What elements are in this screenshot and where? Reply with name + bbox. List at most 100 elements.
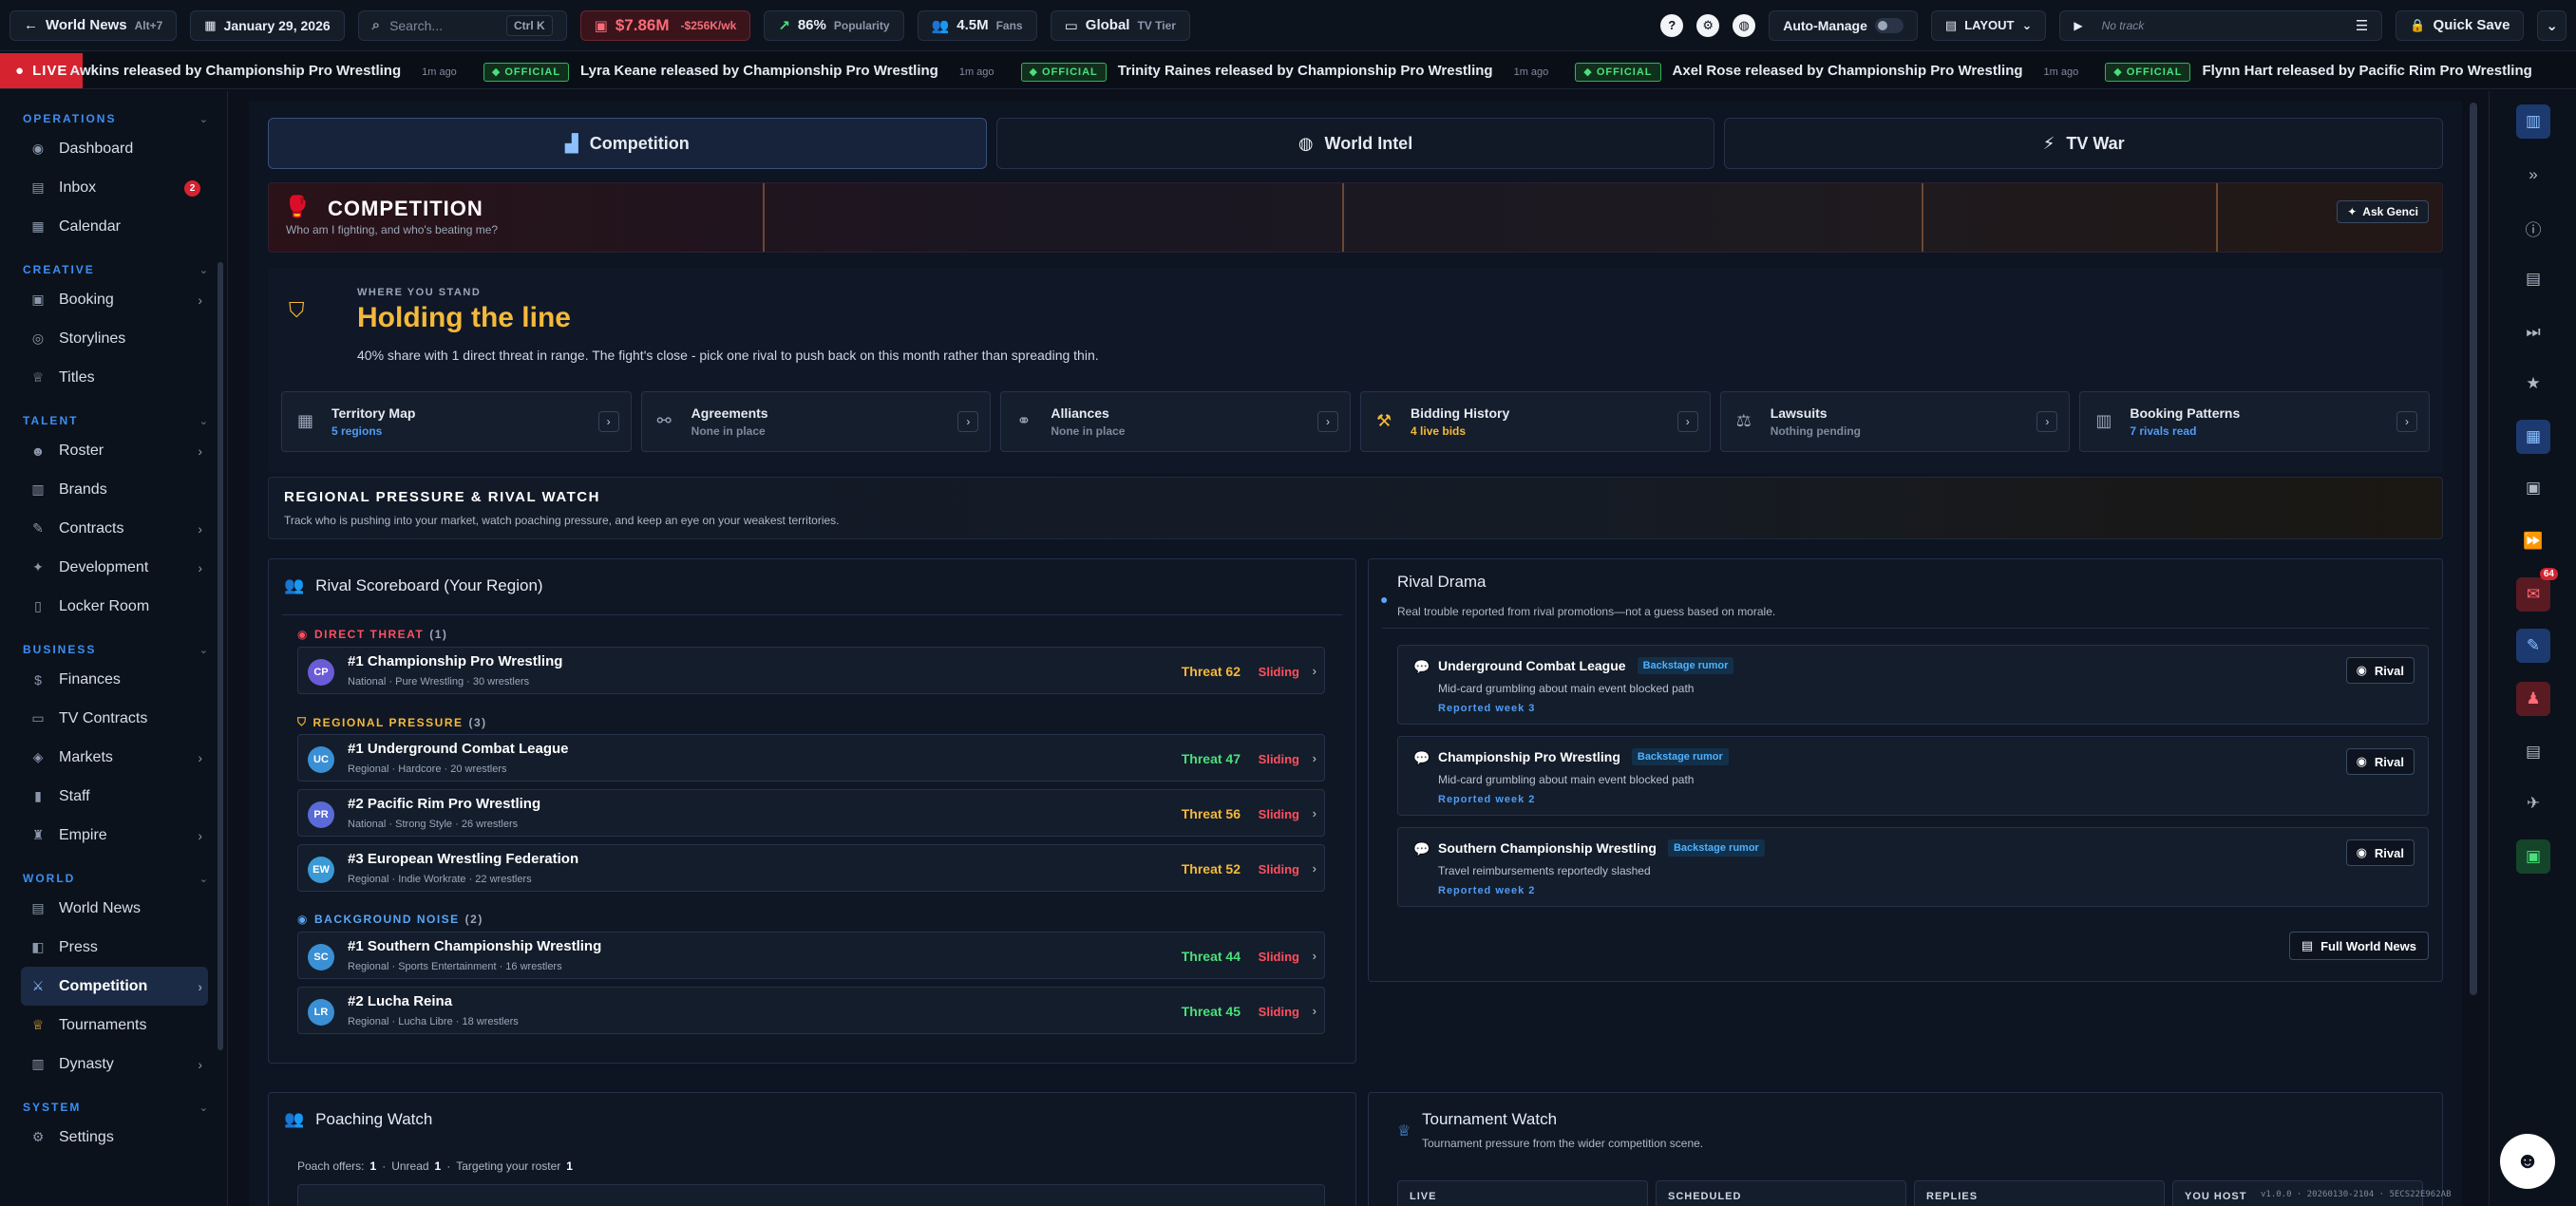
tab-competition[interactable]: ▟ Competition <box>268 118 987 169</box>
mark-rival-button[interactable]: ◉ Rival <box>2345 748 2415 775</box>
money-button[interactable]: ▣ $7.86M -$256K/wk <box>579 9 751 41</box>
toggle-switch[interactable] <box>1874 17 1904 33</box>
sidebar-item-titles[interactable]: ♕ Titles <box>21 358 208 397</box>
collapse-button[interactable]: ⌄ <box>2537 9 2567 41</box>
fans-stat[interactable]: 👥 4.5M Fans <box>917 9 1037 41</box>
plane-icon[interactable]: ✈ <box>2516 786 2550 820</box>
world-news-button[interactable]: ← World News Alt+7 <box>9 9 178 41</box>
ticker-item[interactable]: ◆ OFFICIAL Axel Rose released by Champion… <box>1575 63 2078 82</box>
mark-rival-button[interactable]: ◉ Rival <box>2345 657 2415 684</box>
sidebar-item-storylines[interactable]: ◎ Storylines <box>21 319 208 358</box>
ticker-item[interactable]: Awkins released by Championship Pro Wres… <box>69 63 456 79</box>
ticker-item[interactable]: ◆ OFFICIAL Flynn Hart released by Pacific… <box>2105 63 2532 82</box>
sidebar-item-settings[interactable]: ⚙ Settings <box>21 1118 208 1157</box>
card-booking-patterns[interactable]: ▥ Booking Patterns 7 rivals read › <box>2079 391 2431 452</box>
sidebar-item-roster[interactable]: ☻ Roster › <box>21 431 208 470</box>
card-bidding-history[interactable]: ⚒ Bidding History 4 live bids › <box>1360 391 1711 452</box>
ask-genci-button[interactable]: ✦ Ask Genci <box>2337 200 2429 223</box>
chevron-right-icon[interactable]: › <box>1317 411 1339 432</box>
help-icon[interactable]: ? <box>1660 13 1684 37</box>
play-icon[interactable]: ▶ <box>2074 19 2082 32</box>
settings-gear-icon[interactable]: ⚙ <box>1696 13 1720 37</box>
sidebar-item-calendar[interactable]: ▦ Calendar <box>21 207 208 246</box>
skip-icon[interactable]: ⏭ <box>2516 315 2550 349</box>
sidebar-item-world-news[interactable]: ▤ World News <box>21 889 208 928</box>
popularity-stat[interactable]: ↗ 86% Popularity <box>764 9 904 41</box>
calendar-icon[interactable]: ▦ <box>2516 420 2550 454</box>
sidebar-item-empire[interactable]: ♜ Empire › <box>21 816 208 855</box>
tab-world-intel[interactable]: ◍ World Intel <box>995 118 1715 169</box>
section-operations[interactable]: OPERATIONS ⌄ <box>0 108 227 129</box>
quick-save-button[interactable]: 🔒 Quick Save <box>2396 9 2525 41</box>
expand-icon[interactable]: » <box>2516 158 2550 192</box>
mark-rival-button[interactable]: ◉ Rival <box>2345 839 2415 866</box>
playlist-icon[interactable]: ☰ <box>2356 17 2368 34</box>
section-business[interactable]: BUSINESS ⌄ <box>0 639 227 660</box>
sidebar-item-competition[interactable]: ⚔ Competition › <box>21 967 208 1006</box>
section-talent[interactable]: TALENT ⌄ <box>0 410 227 431</box>
fast-forward-icon[interactable]: ⏩ <box>2516 524 2550 558</box>
section-creative[interactable]: CREATIVE ⌄ <box>0 259 227 280</box>
rival-row[interactable]: SC #1 Southern Championship Wrestling Regi… <box>297 932 1325 979</box>
assistant-avatar-button[interactable]: ☻ <box>2500 1134 2555 1189</box>
info-icon[interactable]: ⓘ <box>2516 211 2550 245</box>
auto-manage-toggle[interactable]: Auto-Manage <box>1769 9 1918 41</box>
sidebar-item-locker-room[interactable]: ▯ Locker Room <box>21 587 208 626</box>
full-world-news-button[interactable]: ▤ Full World News <box>2288 932 2429 960</box>
tv-tier-stat[interactable]: ▭ Global TV Tier <box>1050 9 1190 41</box>
sidebar-item-inbox[interactable]: ▤ Inbox 2 <box>21 168 208 207</box>
sidebar-item-brands[interactable]: ▥ Brands <box>21 470 208 509</box>
notes-icon[interactable]: ▤ <box>2516 735 2550 769</box>
tab-tv-war[interactable]: ⚡ TV War <box>1724 118 2444 169</box>
schedule-icon[interactable]: ▣ <box>2516 471 2550 505</box>
sidebar-item-staff[interactable]: ▮ Staff <box>21 777 208 816</box>
chevron-right-icon[interactable]: › <box>2036 411 2058 432</box>
edit-icon[interactable]: ✎ <box>2516 629 2550 663</box>
star-icon[interactable]: ★ <box>2516 367 2550 401</box>
stat-scheduled[interactable]: SCHEDULED <box>1656 1180 1906 1206</box>
sidebar-item-markets[interactable]: ◈ Markets › <box>21 738 208 777</box>
card-lawsuits[interactable]: ⚖ Lawsuits Nothing pending › <box>1719 391 2071 452</box>
rival-row[interactable]: LR #2 Lucha Reina Regional · Lucha Libre ·… <box>297 987 1325 1034</box>
chevron-right-icon[interactable]: › <box>1676 411 1698 432</box>
search-input[interactable]: Search... <box>389 13 497 38</box>
chevron-right-icon[interactable]: › <box>597 411 619 432</box>
rival-row[interactable]: EW #3 European Wrestling Federation Region… <box>297 844 1325 892</box>
lightning-icon: ⚡ <box>2042 133 2055 153</box>
rival-row[interactable]: PR #2 Pacific Rim Pro Wrestling National ·… <box>297 789 1325 837</box>
panel-toggle-icon[interactable]: ▥ <box>2516 104 2550 139</box>
sidebar-item-press[interactable]: ◧ Press <box>21 928 208 967</box>
card-agreements[interactable]: ⚯ Agreements None in place › <box>640 391 992 452</box>
sidebar-item-tv-contracts[interactable]: ▭ TV Contracts <box>21 699 208 738</box>
person-icon[interactable]: ♟ <box>2516 682 2550 716</box>
date-button[interactable]: ▦ January 29, 2026 <box>190 9 345 41</box>
main-scrollbar[interactable] <box>2470 103 2477 995</box>
ticker-item[interactable]: ◆ OFFICIAL Trinity Raines released by Cha… <box>1020 63 1548 82</box>
rival-row[interactable]: CP #1 Championship Pro Wrestling National … <box>297 647 1325 694</box>
sidebar-item-finances[interactable]: $ Finances <box>21 660 208 699</box>
rival-row[interactable]: UC #1 Underground Combat League Regional ·… <box>297 734 1325 782</box>
chevron-right-icon[interactable]: › <box>2396 411 2418 432</box>
ticker-item[interactable]: ◆ OFFICIAL Lyra Keane released by Champio… <box>483 63 994 82</box>
sidebar-item-development[interactable]: ✦ Development › <box>21 548 208 587</box>
sidebar-item-tournaments[interactable]: ♕ Tournaments <box>21 1006 208 1045</box>
stat-live[interactable]: LIVE <box>1397 1180 1648 1206</box>
mail-icon[interactable]: ✉ 64 <box>2516 568 2558 612</box>
sidebar-item-contracts[interactable]: ✎ Contracts › <box>21 509 208 548</box>
clipboard-icon[interactable]: ▤ <box>2516 262 2550 296</box>
sidebar-item-dashboard[interactable]: ◉ Dashboard <box>21 129 208 168</box>
card-alliances[interactable]: ⚭ Alliances None in place › <box>1000 391 1352 452</box>
card-territory-map[interactable]: ▦ Territory Map 5 regions › <box>281 391 632 452</box>
sidebar-item-dynasty[interactable]: ▥ Dynasty › <box>21 1045 208 1084</box>
section-system[interactable]: SYSTEM ⌄ <box>0 1097 227 1118</box>
save-icon[interactable]: ▣ <box>2516 839 2550 874</box>
sidebar-item-booking[interactable]: ▣ Booking › <box>21 280 208 319</box>
search-box[interactable]: ⌕ Search... Ctrl K <box>357 9 567 41</box>
sidebar-scrollbar[interactable] <box>218 262 223 1050</box>
section-world[interactable]: WORLD ⌄ <box>0 868 227 889</box>
stat-replies[interactable]: REPLIES <box>1914 1180 2165 1206</box>
globe-icon[interactable]: ◍ <box>1733 13 1756 37</box>
poach-offer-row[interactable] <box>297 1184 1325 1206</box>
chevron-right-icon[interactable]: › <box>957 411 979 432</box>
layout-button[interactable]: ▤ LAYOUT ⌄ <box>1930 9 2047 41</box>
